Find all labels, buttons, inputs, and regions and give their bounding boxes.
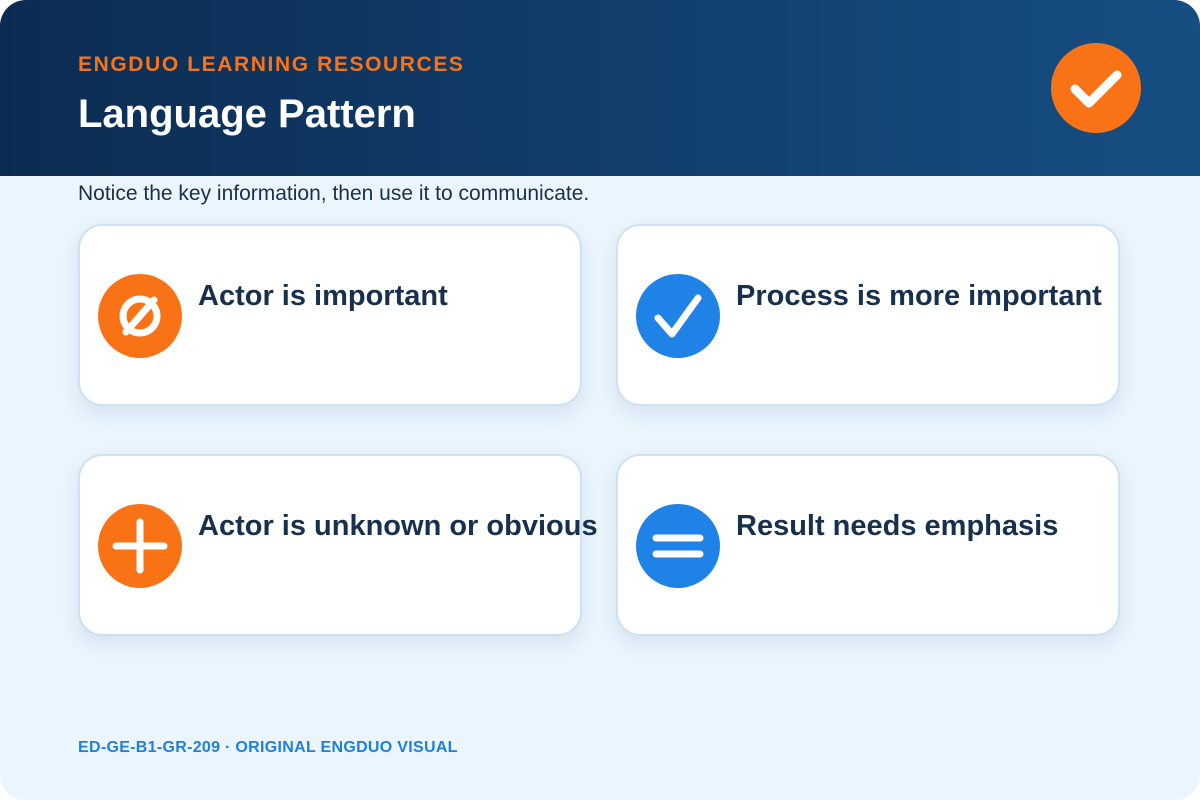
footer-code: ED-GE-B1-GR-209 · ORIGINAL ENGDUO VISUAL	[78, 739, 458, 756]
card-icon-badge	[636, 504, 720, 588]
card-label: Result needs emphasis	[736, 510, 1059, 542]
instruction-text: Notice the key information, then use it …	[78, 182, 590, 205]
card-actor-important: Actor is important	[78, 224, 582, 406]
equals-icon	[652, 534, 704, 558]
empty-set-icon	[119, 295, 161, 337]
card-actor-unknown: Actor is unknown or obvious	[78, 454, 598, 636]
plus-icon	[112, 518, 168, 574]
card-label: Process is more important	[736, 280, 1102, 312]
check-icon	[654, 294, 702, 338]
card-process-important: Process is more important	[616, 224, 1120, 406]
brand-label: ENGDUO LEARNING RESOURCES	[78, 53, 465, 76]
header-banner: ENGDUO LEARNING RESOURCES Language Patte…	[0, 0, 1200, 176]
card-label: Actor is important	[198, 280, 448, 312]
card-icon-badge	[98, 274, 182, 358]
card-label: Actor is unknown or obvious	[198, 510, 598, 542]
card-icon-badge	[636, 274, 720, 358]
check-badge	[1051, 43, 1141, 133]
slide-frame: ENGDUO LEARNING RESOURCES Language Patte…	[0, 0, 1200, 800]
card-icon-badge	[98, 504, 182, 588]
page-title: Language Pattern	[78, 92, 416, 136]
card-result-emphasis: Result needs emphasis	[616, 454, 1120, 636]
check-icon	[1070, 70, 1122, 108]
